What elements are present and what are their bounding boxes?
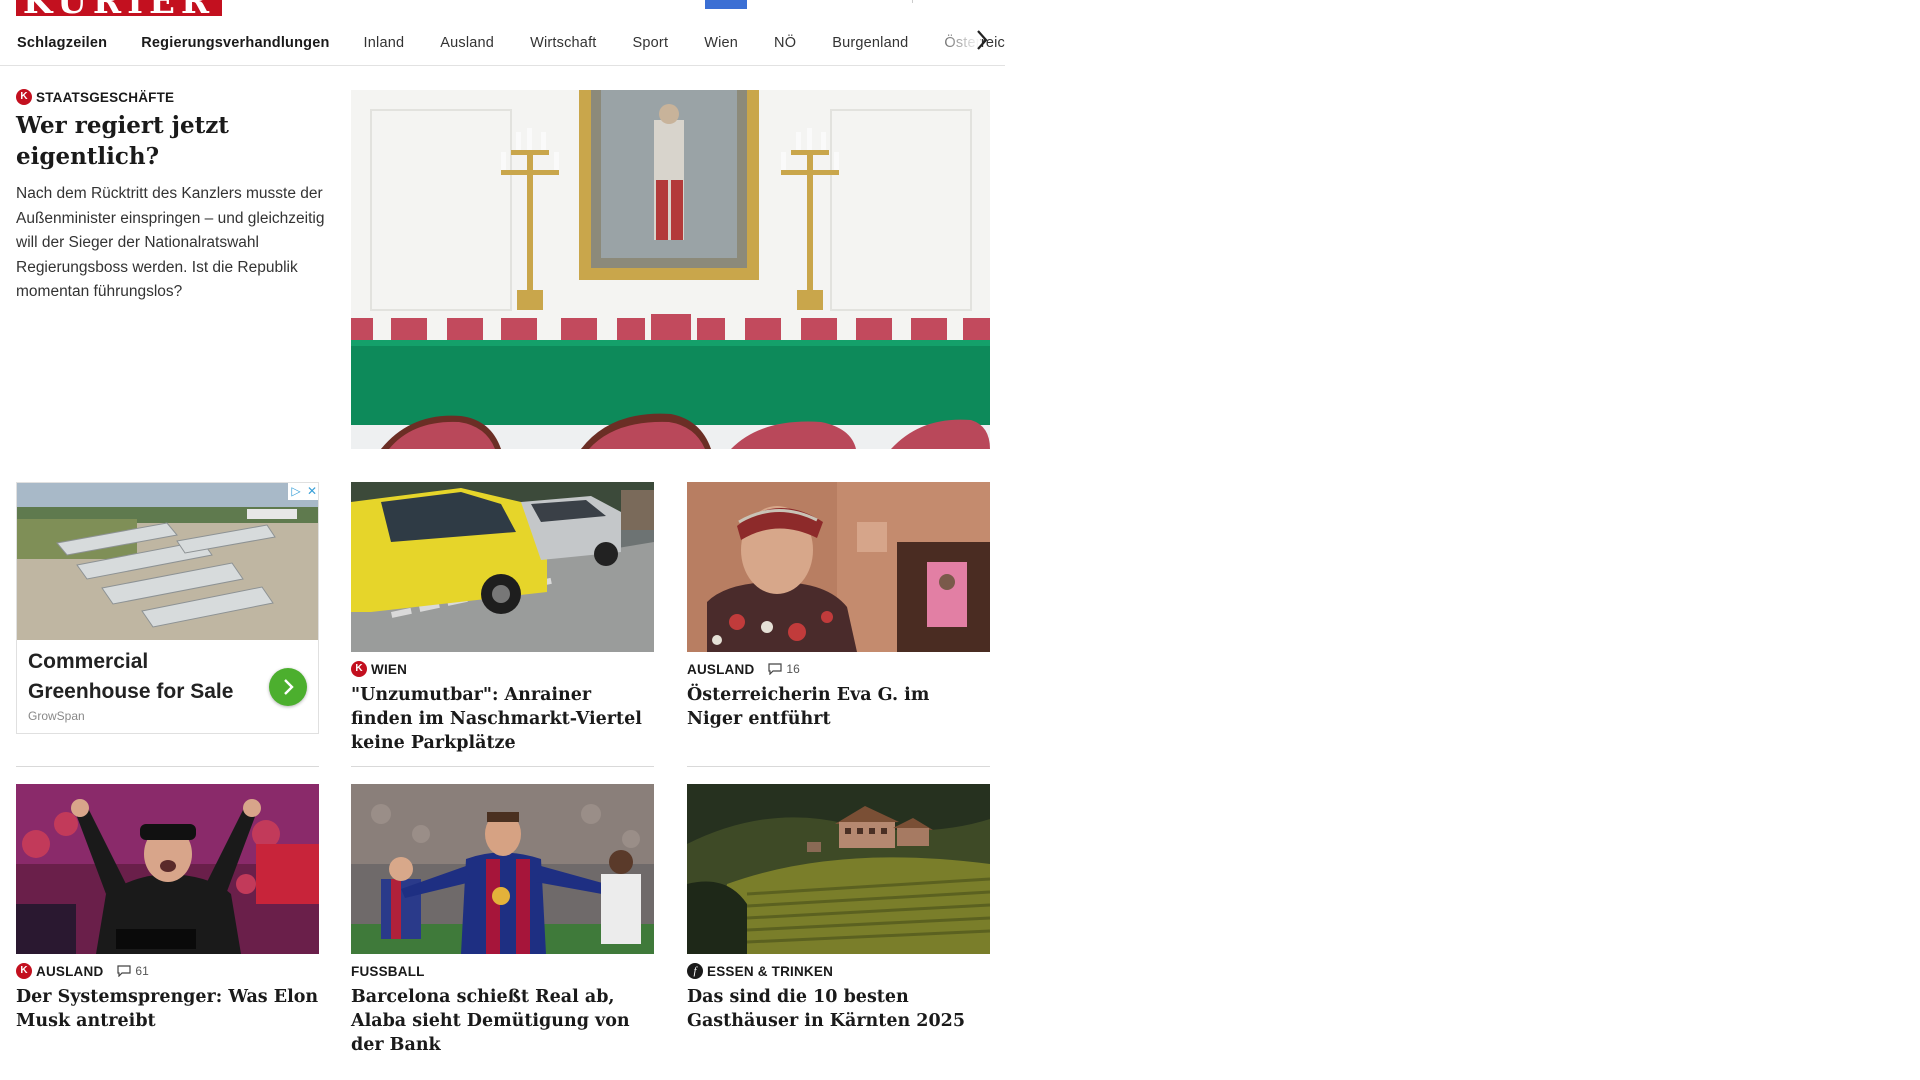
article-meta: K Wien [351, 660, 654, 678]
nav-item-regierungsverhandlungen[interactable]: Regierungsverhandlungen [141, 35, 329, 51]
nav-item-sport[interactable]: Sport [633, 35, 669, 51]
nav-item-ausland[interactable]: Ausland [440, 35, 494, 51]
lead-section-label[interactable]: Staatsgeschäfte [36, 90, 174, 105]
kurier-logo[interactable]: KURIER [16, 0, 222, 16]
nav-item-noe[interactable]: NÖ [774, 35, 796, 51]
lead-headline[interactable]: Wer regiert jetzt eigentlich? [16, 110, 306, 172]
lead-kicker: K Staatsgeschäfte [16, 89, 174, 105]
ad-title[interactable]: Commercial Greenhouse for Sale [28, 647, 238, 707]
article-title[interactable]: "Unzumutbar": Anrainer finden im Naschma… [351, 683, 654, 755]
kurier-plus-icon: K [351, 661, 367, 677]
nav-item-wien[interactable]: Wien [704, 35, 738, 51]
ad-source: GrowSpan [28, 709, 85, 723]
comment-count[interactable]: 16 [768, 662, 800, 676]
article-section[interactable]: Ausland [36, 964, 103, 979]
lead-image[interactable] [351, 90, 990, 449]
card-divider [351, 766, 654, 767]
kurier-plus-icon: K [16, 89, 32, 105]
chevron-right-icon[interactable] [970, 28, 994, 52]
nav-item-schlagzeilen[interactable]: Schlagzeilen [17, 35, 107, 51]
article-title[interactable]: Der Systemsprenger: Was Elon Musk antrei… [16, 985, 319, 1033]
ad-image[interactable] [17, 483, 318, 640]
section-nav: Schlagzeilen Regierungsverhandlungen Inl… [0, 20, 1005, 66]
article-meta: Ausland 16 [687, 660, 990, 678]
nav-item-wirtschaft[interactable]: Wirtschaft [530, 35, 596, 51]
header-divider [912, 0, 913, 3]
article-section[interactable]: Wien [371, 662, 407, 677]
ad-close-icon[interactable]: ✕ [304, 483, 318, 500]
article-section[interactable]: Ausland [687, 662, 754, 677]
ad-info-icon[interactable]: ▷ [288, 483, 304, 500]
ad-choices[interactable]: ▷ ✕ [288, 483, 318, 500]
article-meta: Fussball [351, 962, 654, 980]
nav-item-burgenland[interactable]: Burgenland [832, 35, 908, 51]
article-image[interactable] [16, 784, 319, 954]
article-card[interactable]: Fussball Barcelona schießt Real ab, Alab… [351, 784, 654, 1057]
card-divider [687, 766, 990, 767]
article-image[interactable] [687, 482, 990, 652]
nav-item-inland[interactable]: Inland [364, 35, 405, 51]
article-meta: K Ausland 61 [16, 962, 319, 980]
article-section[interactable]: Fussball [351, 964, 425, 979]
ad-arrow-button[interactable] [269, 668, 307, 706]
article-card[interactable]: K Ausland 61 Der Systemsprenger: Was Elo… [16, 784, 319, 1033]
article-card[interactable]: Ausland 16 Österreicherin Eva G. im Nige… [687, 482, 990, 731]
article-title[interactable]: Das sind die 10 besten Gasthäuser in Kär… [687, 985, 990, 1033]
kurier-plus-icon: K [16, 963, 32, 979]
article-card[interactable]: f Essen & Trinken Das sind die 10 besten… [687, 784, 990, 1033]
comment-count-value: 16 [786, 662, 800, 676]
article-image[interactable] [687, 784, 990, 954]
article-title[interactable]: Barcelona schießt Real ab, Alaba sieht D… [351, 985, 654, 1057]
comment-icon [117, 965, 132, 977]
article-meta: f Essen & Trinken [687, 962, 990, 980]
article-card[interactable]: K Wien "Unzumutbar": Anrainer finden im … [351, 482, 654, 755]
ad-teaser[interactable]: ▷ ✕ Commercial Greenhouse for Sale GrowS… [16, 482, 319, 734]
comment-count[interactable]: 61 [117, 964, 149, 978]
comment-icon [768, 663, 783, 675]
article-image[interactable] [351, 482, 654, 652]
article-title[interactable]: Österreicherin Eva G. im Niger entführt [687, 683, 990, 731]
card-divider [16, 766, 319, 767]
article-image[interactable] [351, 784, 654, 954]
header-button[interactable] [705, 0, 747, 9]
lead-teaser[interactable]: Nach dem Rücktritt des Kanzlers musste d… [16, 182, 326, 305]
freizeit-icon: f [687, 963, 703, 979]
comment-count-value: 61 [135, 964, 149, 978]
chevron-right-icon [284, 679, 294, 695]
article-section[interactable]: Essen & Trinken [707, 964, 833, 979]
